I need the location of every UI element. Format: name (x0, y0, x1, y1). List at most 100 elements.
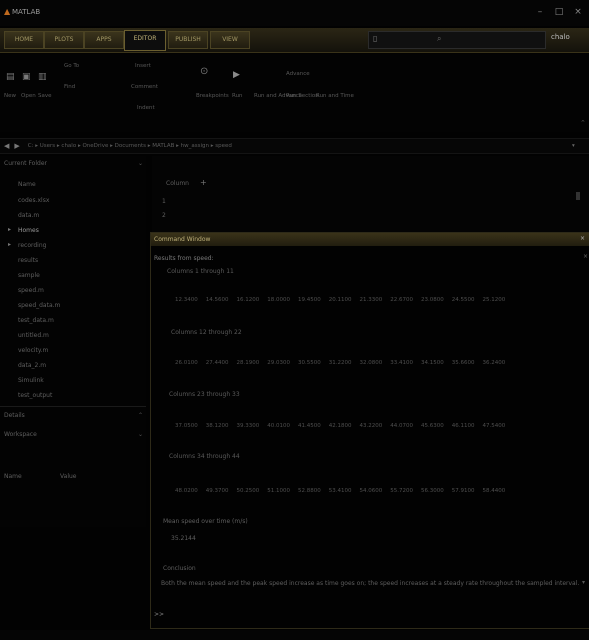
breadcrumb-item[interactable]: speed (215, 143, 232, 149)
output-cell: 29.0300 (267, 360, 290, 366)
output-cell: 28.1900 (236, 360, 260, 366)
forward-arrow-icon[interactable]: ▶ (14, 142, 19, 150)
expand-icon[interactable]: ▸ (8, 241, 11, 248)
output-cell: 47.5400 (482, 423, 506, 429)
breadcrumb-item[interactable]: Documents (115, 143, 146, 149)
output-cell: 42.1800 (328, 423, 352, 429)
maximize-button[interactable]: □ (553, 6, 565, 18)
address-bar: ◀ ▶ C: ▸ Users ▸ chalo ▸ OneDrive ▸ Docu… (0, 138, 589, 154)
list-item[interactable]: Simulink (18, 377, 44, 384)
output-row: 48.0200 49.3700 50.2500 51.1000 52.8800 … (175, 488, 505, 494)
list-item[interactable]: test_data.m (18, 317, 54, 324)
workspace-value-column[interactable]: Value (60, 473, 76, 480)
run-button[interactable]: Run (232, 93, 243, 99)
search-documentation-input[interactable]: ▯ ⌕ (368, 31, 546, 49)
dropdown-arrow-icon[interactable]: ▾ (572, 143, 575, 149)
tab-apps[interactable]: APPS (84, 31, 124, 49)
breadcrumb-item[interactable]: Users (40, 143, 55, 149)
tab-home[interactable]: HOME (4, 31, 44, 49)
window-title: MATLAB (12, 8, 41, 16)
expand-icon[interactable]: ▸ (8, 226, 11, 233)
close-icon[interactable]: × (580, 235, 585, 242)
list-item[interactable]: results (18, 257, 38, 264)
indent-button[interactable]: Indent (137, 105, 155, 111)
list-item[interactable]: velocity.m (18, 347, 48, 354)
mean-label: Mean speed over time (m/s) (163, 518, 248, 525)
output-cell: 26.0100 (175, 360, 198, 366)
goto-button[interactable]: Go To (64, 63, 79, 69)
new-button[interactable]: New (4, 93, 16, 99)
run-time-button[interactable]: Run and Time (316, 93, 354, 99)
matlab-logo-icon: ▲ (4, 7, 11, 16)
breadcrumb-item[interactable]: hw_assign (181, 143, 209, 149)
breakpoints-button[interactable]: Breakpoints (196, 93, 229, 99)
workspace-name-column[interactable]: Name (4, 473, 22, 480)
section-label: Columns 1 through 11 (167, 268, 234, 275)
list-item[interactable]: data_2.m (18, 362, 46, 369)
list-item[interactable]: sample (18, 272, 40, 279)
close-button[interactable]: × (572, 6, 584, 18)
scroll-down-icon[interactable]: ▾ (582, 579, 585, 586)
section-label: Columns 12 through 22 (171, 329, 242, 336)
output-cell: 23.0800 (421, 297, 444, 303)
conclusion-label: Conclusion (163, 565, 196, 572)
command-prompt[interactable]: >> (154, 611, 164, 618)
tab-editor[interactable]: EDITOR (124, 30, 166, 51)
output-cell: 35.6600 (451, 360, 475, 366)
output-cell: 46.1100 (451, 423, 475, 429)
close-icon[interactable]: × (583, 253, 588, 260)
breadcrumb-item[interactable]: MATLAB (152, 143, 174, 149)
panel-menu-icon[interactable]: ⌄ (138, 160, 143, 167)
output-cell: 44.0700 (390, 423, 413, 429)
chevron-up-icon[interactable]: ⌃ (138, 412, 143, 419)
find-button[interactable]: Find (64, 84, 75, 90)
output-cell: 14.5600 (205, 297, 229, 303)
editor-panel: Column + 1 2 (152, 156, 589, 232)
panel-title: Current Folder (4, 160, 47, 167)
run-section-button[interactable]: Run Section (286, 93, 319, 99)
output-row: 12.3400 14.5600 16.1200 18.0000 19.4500 … (175, 297, 505, 303)
list-item[interactable]: untitled.m (18, 332, 49, 339)
tree-column-header[interactable]: Name (18, 181, 36, 188)
output-cell: 58.4400 (482, 488, 506, 494)
output-header: Results from speed: (154, 255, 214, 262)
list-item[interactable]: test_output (18, 392, 52, 399)
output-cell: 21.3300 (359, 297, 383, 303)
panel-menu-icon[interactable]: ⌄ (138, 431, 143, 438)
list-item[interactable]: data.m (18, 212, 39, 219)
user-account[interactable]: chalo (551, 33, 570, 41)
tab-plots[interactable]: PLOTS (44, 31, 84, 49)
folder-item[interactable]: Homes (18, 227, 39, 234)
tab-view[interactable]: VIEW (210, 31, 250, 49)
save-button[interactable]: Save (38, 93, 52, 99)
add-icon[interactable]: + (200, 178, 207, 187)
details-header[interactable]: Details (4, 412, 25, 419)
run-icon: ▶ (233, 70, 240, 80)
advance-button[interactable]: Advance (286, 71, 310, 77)
output-cell: 43.2200 (359, 423, 383, 429)
list-item[interactable]: speed_data.m (18, 302, 60, 309)
back-arrow-icon[interactable]: ◀ (4, 142, 9, 150)
list-item[interactable]: codes.xlsx (18, 197, 49, 204)
output-cell: 38.1200 (205, 423, 229, 429)
status-bar (0, 630, 589, 640)
minimize-button[interactable]: – (534, 6, 546, 18)
output-cell: 55.7200 (390, 488, 413, 494)
list-item[interactable]: speed.m (18, 287, 44, 294)
editor-ribbon: ▤ ▣ ▥ New Open Save Go To Find Insert Co… (0, 54, 589, 132)
breadcrumb-item[interactable]: OneDrive (82, 143, 108, 149)
insert-button[interactable]: Insert (135, 63, 151, 69)
folder-item[interactable]: recording (18, 242, 46, 249)
output-cell: 45.6300 (421, 423, 444, 429)
output-cell: 37.0500 (175, 423, 198, 429)
breadcrumb-item[interactable]: chalo (61, 143, 76, 149)
collapse-ribbon-icon[interactable]: ⌃ (580, 119, 586, 127)
output-cell: 12.3400 (175, 297, 198, 303)
output-cell: 22.6700 (390, 297, 413, 303)
open-button[interactable]: Open (21, 93, 36, 99)
tab-publish[interactable]: PUBLISH (168, 31, 208, 49)
scrollbar[interactable] (576, 192, 580, 200)
workspace-header[interactable]: Workspace (4, 431, 37, 438)
comment-button[interactable]: Comment (131, 84, 158, 90)
section-label: Columns 23 through 33 (169, 391, 240, 398)
